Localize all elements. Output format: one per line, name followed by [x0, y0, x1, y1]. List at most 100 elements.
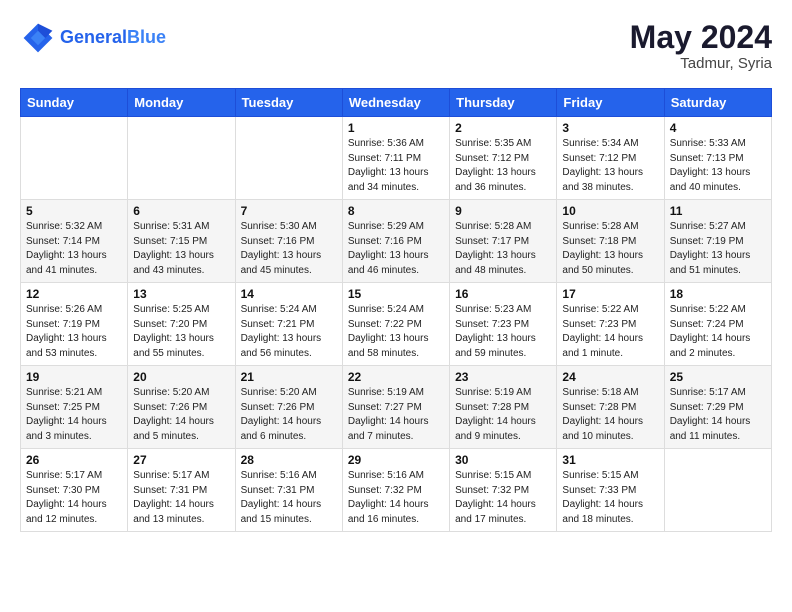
- page-header: GeneralBlue May 2024 Tadmur, Syria: [20, 20, 772, 72]
- logo-general: General: [60, 27, 127, 47]
- day-info: Sunrise: 5:27 AM Sunset: 7:19 PM Dayligh…: [670, 220, 766, 278]
- day-number: 19: [26, 370, 122, 384]
- day-number: 3: [562, 121, 658, 135]
- calendar-cell: 16Sunrise: 5:23 AM Sunset: 7:23 PM Dayli…: [450, 283, 557, 366]
- calendar-table: SundayMondayTuesdayWednesdayThursdayFrid…: [20, 88, 772, 532]
- day-number: 12: [26, 287, 122, 301]
- calendar-cell: 25Sunrise: 5:17 AM Sunset: 7:29 PM Dayli…: [664, 366, 771, 449]
- day-info: Sunrise: 5:17 AM Sunset: 7:31 PM Dayligh…: [133, 469, 229, 527]
- calendar-cell: 3 Sunrise: 5:34 AM Sunset: 7:12 PM Daylig…: [557, 117, 664, 200]
- day-number: 26: [26, 453, 122, 467]
- calendar-cell: 1 Sunrise: 5:36 AM Sunset: 7:11 PM Daylig…: [342, 117, 449, 200]
- day-info: Sunrise: 5:17 AM Sunset: 7:30 PM Dayligh…: [26, 469, 122, 527]
- day-number: 17: [562, 287, 658, 301]
- weekday-wednesday: Wednesday: [342, 89, 449, 117]
- day-number: 18: [670, 287, 766, 301]
- day-info: Sunrise: 5:22 AM Sunset: 7:24 PM Dayligh…: [670, 303, 766, 361]
- day-number: 29: [348, 453, 444, 467]
- day-number: 9: [455, 204, 551, 218]
- calendar-cell: 11 Sunrise: 5:27 AM Sunset: 7:19 PM Dayli…: [664, 200, 771, 283]
- day-number: 21: [241, 370, 337, 384]
- calendar-cell: 8 Sunrise: 5:29 AM Sunset: 7:16 PM Daylig…: [342, 200, 449, 283]
- calendar-cell: 2 Sunrise: 5:35 AM Sunset: 7:12 PM Daylig…: [450, 117, 557, 200]
- calendar-cell: 26 Sunrise: 5:17 AM Sunset: 7:30 PM Dayli…: [21, 449, 128, 532]
- calendar-cell: 5Sunrise: 5:32 AM Sunset: 7:14 PM Daylig…: [21, 200, 128, 283]
- day-info: Sunrise: 5:28 AM Sunset: 7:17 PM Dayligh…: [455, 220, 551, 278]
- day-number: 13: [133, 287, 229, 301]
- day-info: Sunrise: 5:22 AM Sunset: 7:23 PM Dayligh…: [562, 303, 658, 361]
- day-info: Sunrise: 5:31 AM Sunset: 7:15 PM Dayligh…: [133, 220, 229, 278]
- calendar-cell: 12 Sunrise: 5:26 AM Sunset: 7:19 PM Dayli…: [21, 283, 128, 366]
- calendar-cell: 10 Sunrise: 5:28 AM Sunset: 7:18 PM Dayli…: [557, 200, 664, 283]
- calendar-cell: 9 Sunrise: 5:28 AM Sunset: 7:17 PM Daylig…: [450, 200, 557, 283]
- day-number: 27: [133, 453, 229, 467]
- calendar-week-4: 19 Sunrise: 5:21 AM Sunset: 7:25 PM Dayli…: [21, 366, 772, 449]
- day-info: Sunrise: 5:15 AM Sunset: 7:32 PM Dayligh…: [455, 469, 551, 527]
- calendar-cell: [664, 449, 771, 532]
- logo-text: GeneralBlue: [60, 28, 166, 48]
- day-number: 23: [455, 370, 551, 384]
- calendar-week-5: 26 Sunrise: 5:17 AM Sunset: 7:30 PM Dayli…: [21, 449, 772, 532]
- calendar-cell: 18 Sunrise: 5:22 AM Sunset: 7:24 PM Dayli…: [664, 283, 771, 366]
- day-info: Sunrise: 5:36 AM Sunset: 7:11 PM Dayligh…: [348, 137, 444, 195]
- day-info: Sunrise: 5:15 AM Sunset: 7:33 PM Dayligh…: [562, 469, 658, 527]
- weekday-header-row: SundayMondayTuesdayWednesdayThursdayFrid…: [21, 89, 772, 117]
- calendar-cell: 17 Sunrise: 5:22 AM Sunset: 7:23 PM Dayli…: [557, 283, 664, 366]
- calendar-cell: [21, 117, 128, 200]
- calendar-cell: 29 Sunrise: 5:16 AM Sunset: 7:32 PM Dayli…: [342, 449, 449, 532]
- calendar-cell: [235, 117, 342, 200]
- logo-blue: Blue: [127, 27, 166, 47]
- day-number: 2: [455, 121, 551, 135]
- logo: GeneralBlue: [20, 20, 166, 56]
- day-number: 8: [348, 204, 444, 218]
- day-number: 24: [562, 370, 658, 384]
- calendar-cell: 22Sunrise: 5:19 AM Sunset: 7:27 PM Dayli…: [342, 366, 449, 449]
- day-info: Sunrise: 5:29 AM Sunset: 7:16 PM Dayligh…: [348, 220, 444, 278]
- day-info: Sunrise: 5:19 AM Sunset: 7:28 PM Dayligh…: [455, 386, 551, 444]
- calendar-week-3: 12 Sunrise: 5:26 AM Sunset: 7:19 PM Dayli…: [21, 283, 772, 366]
- day-info: Sunrise: 5:17 AM Sunset: 7:29 PM Dayligh…: [670, 386, 766, 444]
- weekday-saturday: Saturday: [664, 89, 771, 117]
- day-info: Sunrise: 5:23 AM Sunset: 7:23 PM Dayligh…: [455, 303, 551, 361]
- day-info: Sunrise: 5:25 AM Sunset: 7:20 PM Dayligh…: [133, 303, 229, 361]
- day-number: 6: [133, 204, 229, 218]
- day-number: 11: [670, 204, 766, 218]
- day-info: Sunrise: 5:20 AM Sunset: 7:26 PM Dayligh…: [241, 386, 337, 444]
- logo-icon: [20, 20, 56, 56]
- weekday-thursday: Thursday: [450, 89, 557, 117]
- calendar-cell: 28Sunrise: 5:16 AM Sunset: 7:31 PM Dayli…: [235, 449, 342, 532]
- day-number: 20: [133, 370, 229, 384]
- day-info: Sunrise: 5:21 AM Sunset: 7:25 PM Dayligh…: [26, 386, 122, 444]
- calendar-cell: 19 Sunrise: 5:21 AM Sunset: 7:25 PM Dayli…: [21, 366, 128, 449]
- month-year: May 2024: [630, 20, 772, 55]
- calendar-week-1: 1 Sunrise: 5:36 AM Sunset: 7:11 PM Daylig…: [21, 117, 772, 200]
- calendar-cell: 15Sunrise: 5:24 AM Sunset: 7:22 PM Dayli…: [342, 283, 449, 366]
- day-info: Sunrise: 5:28 AM Sunset: 7:18 PM Dayligh…: [562, 220, 658, 278]
- calendar-cell: [128, 117, 235, 200]
- calendar-cell: 7 Sunrise: 5:30 AM Sunset: 7:16 PM Daylig…: [235, 200, 342, 283]
- day-info: Sunrise: 5:26 AM Sunset: 7:19 PM Dayligh…: [26, 303, 122, 361]
- calendar-cell: 23 Sunrise: 5:19 AM Sunset: 7:28 PM Dayli…: [450, 366, 557, 449]
- day-number: 4: [670, 121, 766, 135]
- day-info: Sunrise: 5:34 AM Sunset: 7:12 PM Dayligh…: [562, 137, 658, 195]
- day-number: 22: [348, 370, 444, 384]
- calendar-cell: 24Sunrise: 5:18 AM Sunset: 7:28 PM Dayli…: [557, 366, 664, 449]
- calendar-cell: 6 Sunrise: 5:31 AM Sunset: 7:15 PM Daylig…: [128, 200, 235, 283]
- day-info: Sunrise: 5:16 AM Sunset: 7:32 PM Dayligh…: [348, 469, 444, 527]
- day-number: 31: [562, 453, 658, 467]
- day-number: 14: [241, 287, 337, 301]
- day-number: 10: [562, 204, 658, 218]
- day-info: Sunrise: 5:30 AM Sunset: 7:16 PM Dayligh…: [241, 220, 337, 278]
- day-info: Sunrise: 5:24 AM Sunset: 7:21 PM Dayligh…: [241, 303, 337, 361]
- calendar-cell: 13 Sunrise: 5:25 AM Sunset: 7:20 PM Dayli…: [128, 283, 235, 366]
- title-block: May 2024 Tadmur, Syria: [630, 20, 772, 72]
- calendar-cell: 14 Sunrise: 5:24 AM Sunset: 7:21 PM Dayli…: [235, 283, 342, 366]
- day-number: 5: [26, 204, 122, 218]
- day-number: 28: [241, 453, 337, 467]
- day-number: 7: [241, 204, 337, 218]
- calendar-cell: 30Sunrise: 5:15 AM Sunset: 7:32 PM Dayli…: [450, 449, 557, 532]
- calendar-cell: 4Sunrise: 5:33 AM Sunset: 7:13 PM Daylig…: [664, 117, 771, 200]
- day-number: 1: [348, 121, 444, 135]
- weekday-friday: Friday: [557, 89, 664, 117]
- day-info: Sunrise: 5:35 AM Sunset: 7:12 PM Dayligh…: [455, 137, 551, 195]
